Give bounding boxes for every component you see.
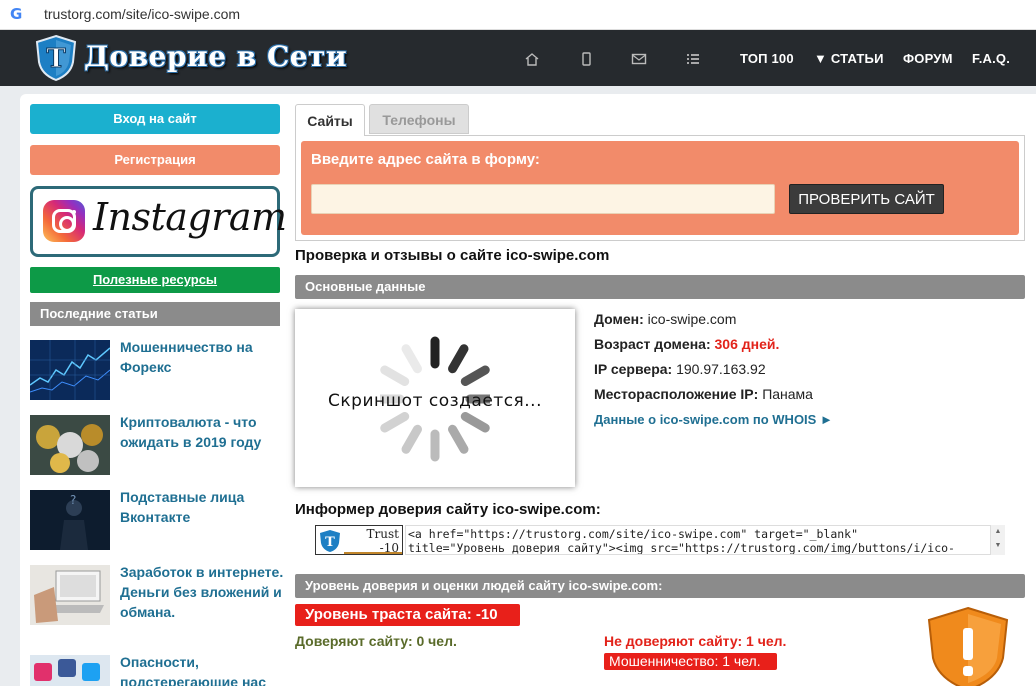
article-thumb-dangers[interactable] [30, 655, 110, 686]
logo-letter: Т [46, 44, 66, 74]
code-line-1: <a href="https://trustorg.com/site/ico-s… [408, 527, 859, 541]
recent-articles-heading: Последние статьи [30, 302, 280, 326]
nav-faq[interactable]: F.A.Q. [972, 51, 1010, 66]
tab-phones[interactable]: Телефоны [369, 104, 469, 134]
instagram-wordmark: Instagram [93, 195, 287, 239]
trusted-count[interactable]: Доверяют сайту: 0 чел. [295, 633, 457, 649]
domain-row: Домен: ico-swipe.com [594, 311, 736, 327]
article-title-dangers[interactable]: Опасности, подстерегающие нас [120, 652, 285, 686]
code-line-2: title="Уровень доверия сайту"><img src="… [408, 541, 955, 555]
badge-shield-icon: Т [320, 530, 340, 552]
informer-title: Информер доверия сайту ico-swipe.com: [295, 501, 601, 518]
article-thumb-forex[interactable] [30, 340, 110, 400]
server-ip-label: IP сервера: [594, 361, 673, 377]
nav-top100[interactable]: ТОП 100 [740, 51, 794, 66]
article-thumb-crypto[interactable] [30, 415, 110, 475]
mail-icon[interactable] [631, 52, 647, 66]
domain-age-label: Возраст домена: [594, 336, 711, 352]
page-title: Проверка и отзывы о сайте ico-swipe.com [295, 247, 610, 264]
logo-text[interactable]: Доверие в Сети [84, 40, 347, 73]
mobile-icon[interactable] [578, 52, 594, 66]
article-title-forex[interactable]: Мошенничество на Форекс [120, 337, 285, 377]
ip-location-label: Месторасположение IP: [594, 386, 759, 402]
useful-resources-link[interactable]: Полезные ресурсы [30, 267, 280, 293]
check-site-button[interactable]: ПРОВЕРИТЬ САЙТ [789, 184, 944, 214]
home-icon[interactable] [524, 52, 540, 66]
address-url[interactable]: trustorg.com/site/ico-swipe.com [44, 6, 240, 22]
trust-badge[interactable]: Т Trust -10 [315, 525, 403, 555]
tab-sites[interactable]: Сайты [295, 104, 365, 136]
site-screenshot-placeholder: Скриншот создается... [295, 309, 575, 487]
server-ip-row: IP сервера: 190.97.163.92 [594, 361, 766, 377]
nav-articles[interactable]: ▼ СТАТЬИ [814, 51, 884, 66]
badge-logo-letter: Т [325, 535, 335, 550]
google-icon: G [10, 5, 23, 23]
domain-age-row: Возраст домена: 306 дней. [594, 336, 779, 352]
warning-shield-icon [927, 606, 1009, 686]
domain-value: ico-swipe.com [647, 311, 737, 327]
trust-heading: Уровень доверия и оценки людей сайту ico… [295, 574, 1025, 598]
article-title-fake-profiles[interactable]: Подставные лица Вконтакте [120, 487, 285, 527]
whois-link[interactable]: Данные о ico-swipe.com по WHOIS ► [594, 412, 833, 427]
distrusted-count[interactable]: Не доверяют сайту: 1 чел. [604, 633, 786, 649]
site-header: Т Доверие в Сети ТОП 100 ▼ СТАТЬИ ФОРУМ … [0, 30, 1036, 86]
article-title-crypto[interactable]: Криптовалюта - что ожидать в 2019 году [120, 412, 285, 452]
article-title-earnings[interactable]: Заработок в интернете. Деньги без вложен… [120, 562, 285, 622]
screenshot-status-text: Скриншот создается... [328, 391, 542, 411]
ip-location-value: Панама [762, 386, 813, 402]
article-thumb-earnings[interactable] [30, 565, 110, 625]
login-button[interactable]: Вход на сайт [30, 104, 280, 134]
instagram-icon [43, 200, 85, 242]
code-scrollbar[interactable]: ▲ ▼ [990, 525, 1005, 555]
register-button[interactable]: Регистрация [30, 145, 280, 175]
site-input-label: Введите адрес сайта в форму: [311, 151, 540, 168]
nav-forum[interactable]: ФОРУМ [903, 51, 953, 66]
badge-bar [344, 552, 402, 554]
informer-code-textarea[interactable]: <a href="https://trustorg.com/site/ico-s… [405, 525, 1005, 555]
domain-age-value: 306 дней. [714, 336, 780, 352]
trust-level-badge: Уровень траста сайта: -10 [295, 604, 520, 626]
site-address-input[interactable] [311, 184, 775, 214]
fraud-count-badge[interactable]: Мошенничество: 1 чел. [604, 653, 777, 670]
badge-trust-label: Trust [366, 527, 399, 541]
logo-shield-icon[interactable]: Т [34, 34, 78, 82]
basic-data-heading: Основные данные [295, 275, 1025, 299]
scroll-down-icon[interactable]: ▼ [995, 542, 1002, 549]
article-thumb-fake-profiles[interactable]: ? [30, 490, 110, 550]
domain-label: Домен: [594, 311, 644, 327]
scroll-up-icon[interactable]: ▲ [995, 528, 1002, 535]
svg-text:?: ? [70, 493, 76, 507]
server-ip-value: 190.97.163.92 [676, 361, 766, 377]
instagram-banner[interactable]: Instagram [30, 186, 287, 257]
list-icon[interactable] [685, 52, 701, 66]
ip-location-row: Месторасположение IP: Панама [594, 386, 813, 402]
browser-address-bar[interactable]: G trustorg.com/site/ico-swipe.com [0, 0, 1036, 30]
